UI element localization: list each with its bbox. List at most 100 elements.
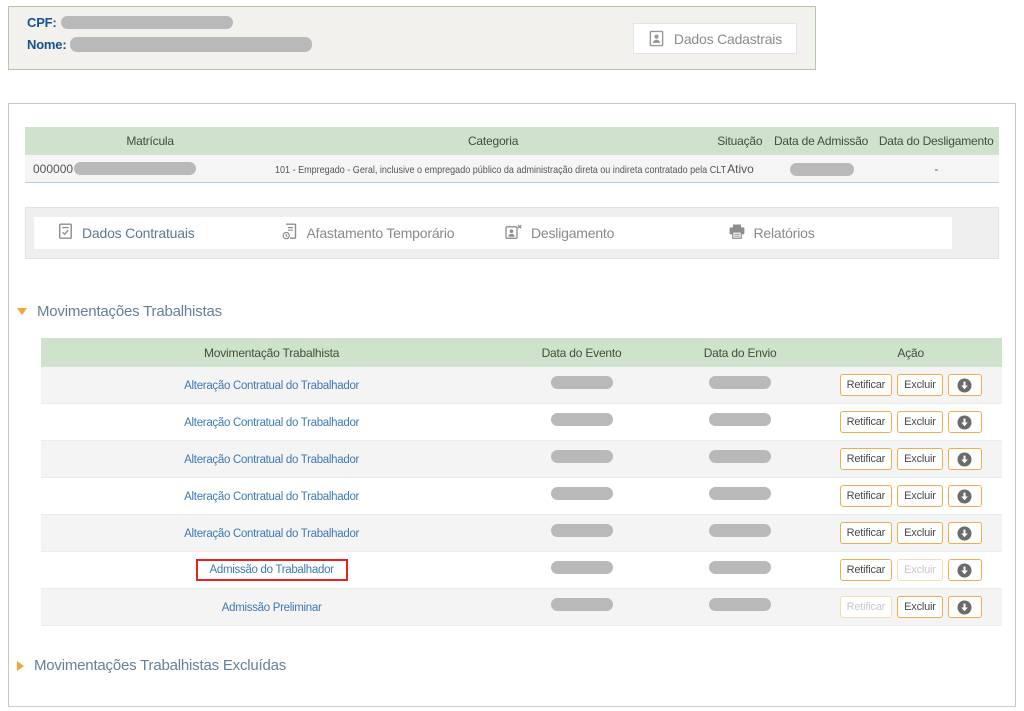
- table-row: Alteração Contratual do Trabalhador Reti…: [41, 404, 1002, 441]
- envio-redacted-value: [709, 487, 771, 500]
- tab-dados-contratuais[interactable]: Dados Contratuais: [58, 223, 282, 243]
- tab-label: Afastamento Temporário: [307, 225, 455, 241]
- envio-redacted-value: [709, 413, 771, 426]
- excluded-section-header[interactable]: Movimentações Trabalhistas Excluídas: [17, 657, 999, 674]
- desligamento-value: -: [874, 162, 999, 176]
- retificar-button[interactable]: Retificar: [840, 411, 893, 433]
- download-circle-icon: [957, 415, 972, 430]
- cpf-redacted-value: [61, 16, 233, 29]
- evento-redacted-value: [551, 487, 613, 500]
- retificar-button: Retificar: [840, 596, 893, 618]
- movement-link[interactable]: Alteração Contratual do Trabalhador: [184, 380, 359, 392]
- download-button[interactable]: [948, 485, 982, 507]
- download-button[interactable]: [948, 448, 982, 470]
- movement-link[interactable]: Alteração Contratual do Trabalhador: [184, 454, 359, 466]
- excluir-button[interactable]: Excluir: [897, 374, 943, 396]
- evento-redacted-value: [551, 561, 613, 574]
- col-acao: Ação: [819, 346, 1002, 360]
- nome-label: Nome:: [27, 37, 66, 52]
- envio-redacted-value: [709, 450, 771, 463]
- col-data-admissao: Data de Admissão: [769, 134, 874, 148]
- movement-link[interactable]: Alteração Contratual do Trabalhador: [184, 528, 359, 540]
- nome-redacted-value: [70, 37, 312, 52]
- admissao-redacted-value: [790, 163, 854, 176]
- table-row: Alteração Contratual do Trabalhador Reti…: [41, 367, 1002, 404]
- tab-label: Desligamento: [531, 225, 614, 241]
- table-row: Alteração Contratual do Trabalhador Reti…: [41, 441, 1002, 478]
- triangle-right-icon: [17, 661, 24, 671]
- triangle-down-icon: [17, 308, 27, 315]
- table-row: Admissão do Trabalhador Retificar Exclui…: [41, 552, 1002, 589]
- document-check-icon: [58, 223, 73, 243]
- download-circle-icon: [957, 526, 972, 541]
- tab-desligamento[interactable]: Desligamento: [505, 224, 729, 243]
- table-row: Admissão Preliminar Retificar Excluir: [41, 589, 1002, 626]
- retificar-button[interactable]: Retificar: [840, 522, 893, 544]
- retificar-button[interactable]: Retificar: [840, 485, 893, 507]
- movements-table: Movimentação Trabalhista Data do Evento …: [41, 338, 1002, 626]
- col-data-do-evento: Data do Evento: [502, 346, 661, 360]
- retificar-button[interactable]: Retificar: [840, 559, 893, 581]
- download-button[interactable]: [948, 522, 982, 544]
- movements-table-header: Movimentação Trabalhista Data do Evento …: [41, 338, 1002, 367]
- col-movimentacao-trabalhista: Movimentação Trabalhista: [41, 346, 502, 360]
- dados-cadastrais-label: Dados Cadastrais: [674, 31, 782, 47]
- tab-afastamento-temporario[interactable]: Afastamento Temporário: [282, 223, 506, 243]
- movement-link[interactable]: Admissão do Trabalhador: [196, 559, 348, 581]
- excluir-button[interactable]: Excluir: [897, 522, 943, 544]
- envio-redacted-value: [709, 376, 771, 389]
- employment-table-header: Matrícula Categoria Situação Data de Adm…: [25, 127, 999, 155]
- envio-redacted-value: [709, 561, 771, 574]
- download-circle-icon: [957, 452, 972, 467]
- tab-label: Dados Contratuais: [82, 225, 195, 241]
- excluir-button[interactable]: Excluir: [897, 596, 943, 618]
- excluir-button[interactable]: Excluir: [897, 485, 943, 507]
- evento-redacted-value: [551, 524, 613, 537]
- categoria-value: 101 - Empregado - Geral, inclusive o emp…: [275, 164, 726, 176]
- col-situacao: Situação: [711, 134, 769, 148]
- tab-relatorios[interactable]: Relatórios: [729, 224, 953, 242]
- printer-icon: [729, 224, 745, 242]
- matricula-redacted-value: [74, 162, 196, 175]
- download-button[interactable]: [948, 559, 982, 581]
- employment-panel: Matrícula Categoria Situação Data de Adm…: [8, 103, 1016, 707]
- retificar-button[interactable]: Retificar: [840, 448, 893, 470]
- contact-card-icon: [648, 30, 665, 47]
- retificar-button[interactable]: Retificar: [840, 374, 893, 396]
- download-button[interactable]: [948, 411, 982, 433]
- evento-redacted-value: [551, 598, 613, 611]
- movements-table-body: Alteração Contratual do Trabalhador Reti…: [41, 367, 1002, 626]
- document-clock-icon: [282, 223, 298, 243]
- employment-row: 000000 101 - Empregado - Geral, inclusiv…: [25, 155, 999, 183]
- toolbar-container: Dados Contratuais Afastamento Temporário: [25, 207, 999, 259]
- tab-label: Relatórios: [754, 225, 815, 241]
- movement-link[interactable]: Alteração Contratual do Trabalhador: [184, 417, 359, 429]
- person-x-icon: [505, 224, 522, 243]
- movement-link[interactable]: Alteração Contratual do Trabalhador: [184, 491, 359, 503]
- movement-link[interactable]: Admissão Preliminar: [222, 602, 322, 614]
- toolbar: Dados Contratuais Afastamento Temporário: [34, 217, 952, 249]
- table-row: Alteração Contratual do Trabalhador Reti…: [41, 515, 1002, 552]
- evento-redacted-value: [551, 376, 613, 389]
- excluir-button[interactable]: Excluir: [897, 411, 943, 433]
- dados-cadastrais-button[interactable]: Dados Cadastrais: [633, 23, 797, 54]
- excluir-button: Excluir: [897, 559, 943, 581]
- evento-redacted-value: [551, 450, 613, 463]
- envio-redacted-value: [709, 598, 771, 611]
- download-button[interactable]: [948, 374, 982, 396]
- download-button[interactable]: [948, 596, 982, 618]
- download-circle-icon: [957, 600, 972, 615]
- excluded-section-title: Movimentações Trabalhistas Excluídas: [34, 657, 286, 674]
- col-categoria: Categoria: [275, 134, 711, 148]
- movements-section-title: Movimentações Trabalhistas: [37, 303, 222, 320]
- employment-table: Matrícula Categoria Situação Data de Adm…: [25, 127, 999, 183]
- page: CPF: Nome: Dados Cadastrais Mat: [0, 0, 1024, 711]
- cpf-label: CPF:: [27, 15, 57, 30]
- col-matricula: Matrícula: [25, 134, 275, 148]
- excluir-button[interactable]: Excluir: [897, 448, 943, 470]
- envio-redacted-value: [709, 524, 771, 537]
- table-row: Alteração Contratual do Trabalhador Reti…: [41, 478, 1002, 515]
- movements-section-header[interactable]: Movimentações Trabalhistas: [17, 303, 999, 320]
- matricula-value: 000000: [33, 162, 73, 176]
- download-circle-icon: [957, 563, 972, 578]
